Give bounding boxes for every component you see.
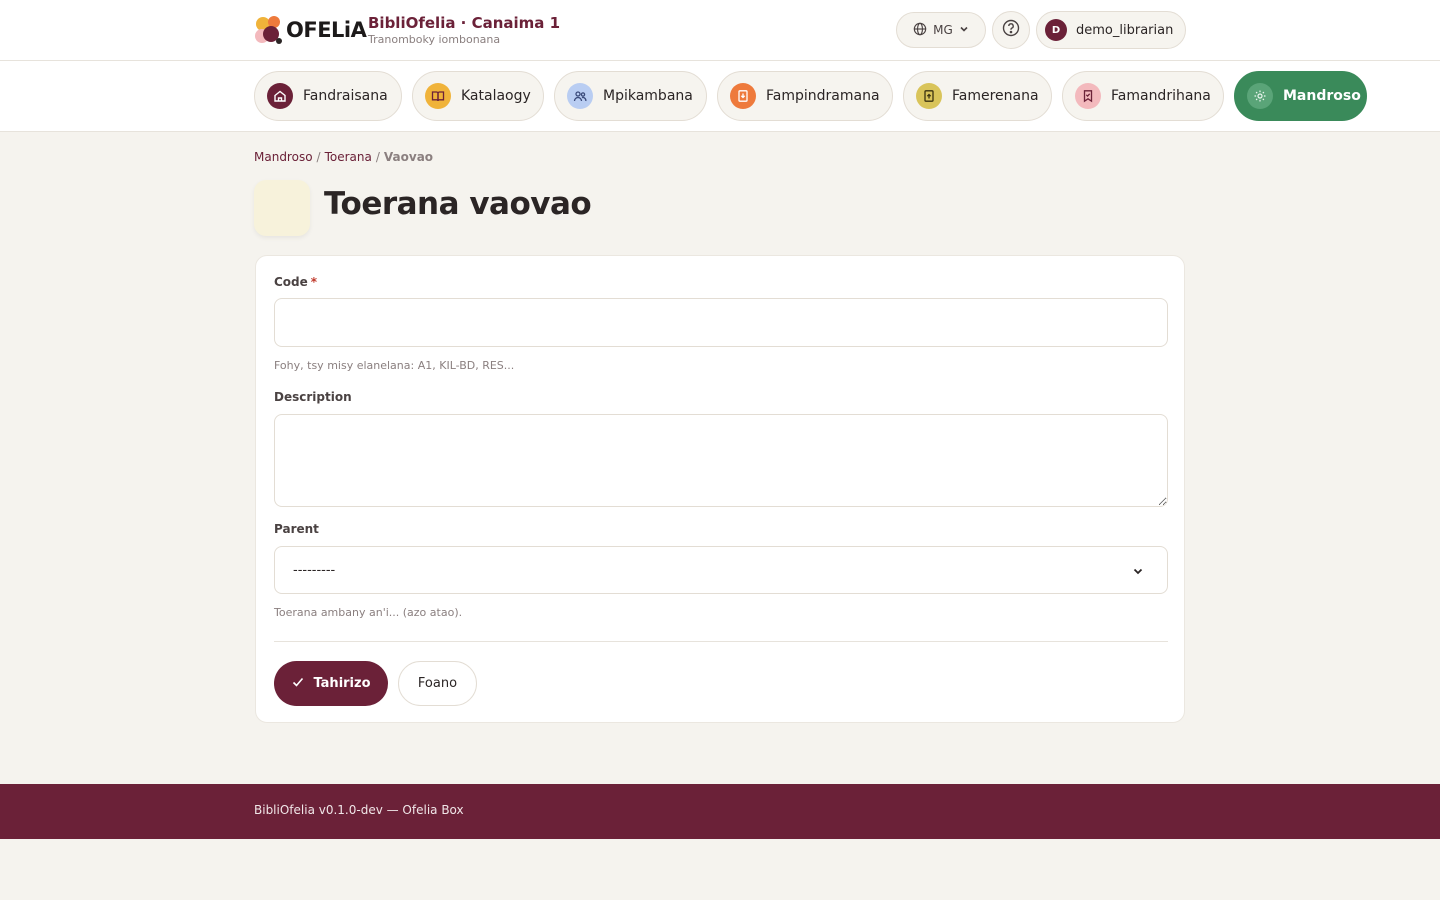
description-textarea[interactable] xyxy=(274,414,1168,507)
code-label-text: Code xyxy=(274,275,308,289)
footer-text: BibliOfelia v0.1.0-dev — Ofelia Box xyxy=(254,803,464,817)
check-icon xyxy=(291,675,305,693)
brand-title: BibliOfelia · Canaima 1 xyxy=(368,14,561,32)
parent-help-text: Toerana ambany an'i... (azo atao). xyxy=(274,606,463,619)
book-icon xyxy=(425,83,451,109)
brand-subtitle: Tranomboky iombonana xyxy=(368,33,501,46)
page-title: Toerana vaovao xyxy=(324,186,592,222)
breadcrumb: Mandroso / Toerana / Vaovao xyxy=(254,150,433,164)
breadcrumb-separator: / xyxy=(375,150,380,164)
users-icon xyxy=(567,83,593,109)
nav-item-famerenana[interactable]: Famerenana xyxy=(903,71,1052,121)
nav-label: Mandroso xyxy=(1283,88,1361,104)
user-menu-button[interactable]: D demo_librarian xyxy=(1036,11,1186,49)
nav-label: Katalaogy xyxy=(461,88,531,104)
breadcrumb-current: Vaovao xyxy=(383,150,434,164)
required-mark: * xyxy=(310,275,318,289)
page-title-icon xyxy=(254,180,310,236)
help-button[interactable] xyxy=(992,11,1030,49)
nav-item-katalaogy[interactable]: Katalaogy xyxy=(412,71,544,121)
code-input[interactable] xyxy=(274,298,1168,347)
brand-block: BibliOfelia · Canaima 1 Tranomboky iombo… xyxy=(368,14,560,46)
breadcrumb-link-mandroso[interactable]: Mandroso xyxy=(254,150,313,164)
code-label: Code * xyxy=(274,275,317,289)
description-label: Description xyxy=(274,390,352,404)
nav-label: Fandraisana xyxy=(303,88,388,104)
nav-label: Famandrihana xyxy=(1111,88,1211,104)
nav-item-famandrihana[interactable]: Famandrihana xyxy=(1062,71,1224,121)
ofelia-logo-icon xyxy=(254,14,284,46)
nav-item-mpikambana[interactable]: Mpikambana xyxy=(554,71,707,121)
form-divider xyxy=(274,641,1168,642)
username: demo_librarian xyxy=(1076,22,1174,38)
bookmark-icon xyxy=(1075,83,1101,109)
language-code: MG xyxy=(933,23,953,37)
return-icon xyxy=(916,83,942,109)
top-header: OFELiA BibliOfelia · Canaima 1 Tranombok… xyxy=(0,0,1440,61)
globe-icon xyxy=(913,22,927,39)
loan-icon xyxy=(730,83,756,109)
question-icon xyxy=(1002,19,1020,41)
gear-icon xyxy=(1247,83,1273,109)
code-help-text: Fohy, tsy misy elanelana: A1, KIL-BD, RE… xyxy=(274,359,515,372)
save-label: Tahirizo xyxy=(313,676,371,691)
chevron-down-icon xyxy=(959,23,969,37)
ofelia-logo[interactable]: OFELiA xyxy=(254,14,367,46)
nav-item-mandroso[interactable]: Mandroso xyxy=(1234,71,1367,121)
footer: BibliOfelia v0.1.0-dev — Ofelia Box xyxy=(0,784,1440,839)
nav-item-fandraisana[interactable]: Fandraisana xyxy=(254,71,402,121)
breadcrumb-separator: / xyxy=(316,150,321,164)
cancel-button[interactable]: Foano xyxy=(398,661,477,706)
parent-select[interactable]: --------- xyxy=(274,546,1168,594)
nav-label: Famerenana xyxy=(952,88,1039,104)
avatar: D xyxy=(1045,19,1067,41)
nav-label: Fampindramana xyxy=(766,88,880,104)
language-switcher[interactable]: MG xyxy=(896,12,986,48)
breadcrumb-link-toerana[interactable]: Toerana xyxy=(325,150,372,164)
logo-wordmark: OFELiA xyxy=(286,18,367,42)
nav-label: Mpikambana xyxy=(603,88,693,104)
main-nav: Fandraisana Katalaogy Mpikambana Fampind… xyxy=(0,61,1440,132)
home-icon xyxy=(267,83,293,109)
parent-label: Parent xyxy=(274,522,319,536)
location-form-card: Code * Fohy, tsy misy elanelana: A1, KIL-… xyxy=(255,255,1185,723)
nav-item-fampindramana[interactable]: Fampindramana xyxy=(717,71,893,121)
save-button[interactable]: Tahirizo xyxy=(274,661,388,706)
